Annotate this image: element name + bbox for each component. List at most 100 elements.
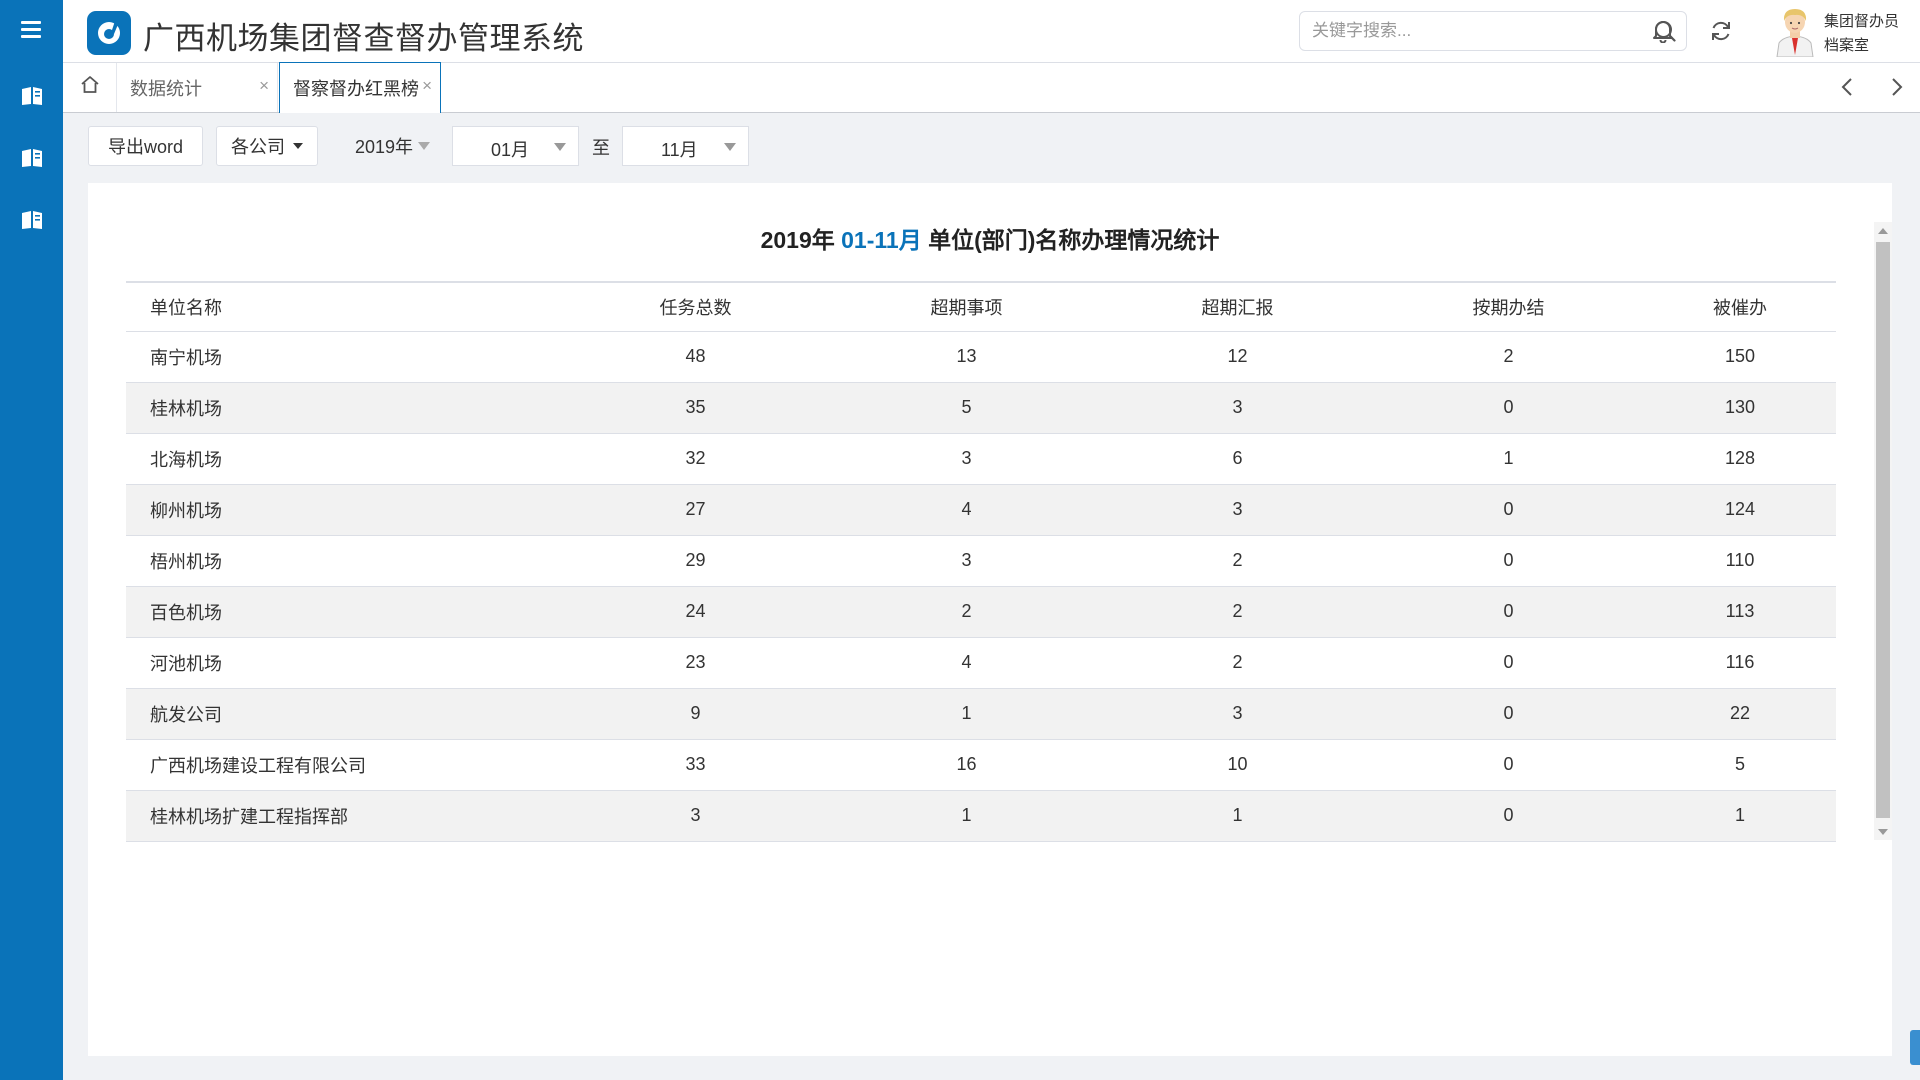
table-header-row: 单位名称 任务总数 超期事项 超期汇报 按期办结 被催办 bbox=[126, 281, 1836, 332]
user-role: 集团督办员 bbox=[1824, 13, 1900, 30]
report-title-year: 2019年 bbox=[760, 227, 835, 253]
tab-red-black-list[interactable]: 督察督办红黑榜 × bbox=[279, 62, 441, 113]
tab-data-stats[interactable]: 数据统计 × bbox=[117, 63, 278, 112]
report-title-rest: 单位(部门)名称办理情况统计 bbox=[928, 227, 1220, 253]
side-handle[interactable] bbox=[1910, 1030, 1920, 1065]
caret-down-icon bbox=[554, 143, 566, 151]
value-cell: 23 bbox=[560, 637, 831, 689]
table-row: 航发公司 9 1 3 0 22 bbox=[126, 688, 1836, 740]
value-cell: 4 bbox=[831, 484, 1102, 536]
chevron-left-icon[interactable] bbox=[1835, 75, 1859, 99]
value-cell: 0 bbox=[1373, 586, 1644, 638]
table-row: 桂林机场 35 5 3 0 130 bbox=[126, 382, 1836, 434]
value-cell: 1 bbox=[1102, 790, 1373, 842]
to-month-value: 11月 bbox=[661, 140, 698, 160]
chevron-right-icon[interactable] bbox=[1885, 75, 1909, 99]
column-header: 按期办结 bbox=[1373, 281, 1644, 332]
value-cell: 0 bbox=[1373, 637, 1644, 689]
unit-name-cell: 柳州机场 bbox=[126, 484, 560, 536]
value-cell: 2 bbox=[1102, 535, 1373, 587]
value-cell: 3 bbox=[1102, 382, 1373, 434]
hamburger-icon[interactable] bbox=[19, 18, 44, 43]
unit-name-cell: 百色机场 bbox=[126, 586, 560, 638]
report-title: 2019年 01-11月 单位(部门)名称办理情况统计 bbox=[88, 221, 1892, 255]
scroll-up-arrow[interactable] bbox=[1878, 228, 1888, 234]
table-row: 河池机场 23 4 2 0 116 bbox=[126, 637, 1836, 689]
value-cell: 5 bbox=[1644, 739, 1836, 791]
unit-name-cell: 桂林机场 bbox=[126, 382, 560, 434]
value-cell: 12 bbox=[1102, 331, 1373, 383]
column-header: 超期汇报 bbox=[1102, 281, 1373, 332]
unit-name-cell: 航发公司 bbox=[126, 688, 560, 740]
report-title-range: 01-11月 bbox=[841, 227, 922, 253]
book-icon[interactable] bbox=[19, 207, 44, 232]
top-header: 广西机场集团督查督办管理系统 集团督办员 档案室 bbox=[63, 0, 1920, 63]
tab-bar: 数据统计 × 督察督办红黑榜 × bbox=[63, 62, 1920, 113]
value-cell: 1 bbox=[831, 790, 1102, 842]
value-cell: 24 bbox=[560, 586, 831, 638]
home-icon bbox=[80, 75, 100, 100]
value-cell: 3 bbox=[1102, 484, 1373, 536]
value-cell: 29 bbox=[560, 535, 831, 587]
book-icon[interactable] bbox=[19, 83, 44, 108]
table-row: 百色机场 24 2 2 0 113 bbox=[126, 586, 1836, 638]
value-cell: 3 bbox=[1102, 688, 1373, 740]
unit-name-cell: 北海机场 bbox=[126, 433, 560, 485]
value-cell: 124 bbox=[1644, 484, 1836, 536]
value-cell: 4 bbox=[831, 637, 1102, 689]
from-month-value: 01月 bbox=[491, 140, 530, 160]
value-cell: 0 bbox=[1373, 790, 1644, 842]
value-cell: 1 bbox=[831, 688, 1102, 740]
value-cell: 150 bbox=[1644, 331, 1836, 383]
scrollbar-thumb[interactable] bbox=[1876, 242, 1890, 818]
table-row: 北海机场 32 3 6 1 128 bbox=[126, 433, 1836, 485]
value-cell: 3 bbox=[831, 535, 1102, 587]
value-cell: 0 bbox=[1373, 535, 1644, 587]
search-input[interactable] bbox=[1312, 20, 1632, 42]
value-cell: 35 bbox=[560, 382, 831, 434]
value-cell: 27 bbox=[560, 484, 831, 536]
value-cell: 0 bbox=[1373, 739, 1644, 791]
table-row: 柳州机场 27 4 3 0 124 bbox=[126, 484, 1836, 536]
value-cell: 5 bbox=[831, 382, 1102, 434]
home-tab[interactable] bbox=[63, 63, 117, 112]
close-icon[interactable]: × bbox=[422, 76, 432, 96]
value-cell: 1 bbox=[1373, 433, 1644, 485]
value-cell: 2 bbox=[1102, 637, 1373, 689]
user-dept: 档案室 bbox=[1824, 37, 1870, 54]
column-header: 任务总数 bbox=[560, 281, 831, 332]
vertical-scrollbar[interactable] bbox=[1874, 222, 1892, 840]
bell-icon[interactable] bbox=[1649, 17, 1677, 45]
avatar[interactable] bbox=[1775, 5, 1815, 58]
company-dropdown[interactable]: 各公司 bbox=[216, 126, 318, 166]
year-select[interactable]: 2019年 bbox=[355, 126, 431, 166]
value-cell: 2 bbox=[831, 586, 1102, 638]
value-cell: 32 bbox=[560, 433, 831, 485]
caret-down-icon bbox=[418, 142, 431, 150]
year-select-value: 2019年 bbox=[355, 137, 414, 157]
book-icon[interactable] bbox=[19, 145, 44, 170]
value-cell: 128 bbox=[1644, 433, 1836, 485]
sidebar bbox=[0, 0, 63, 1080]
close-icon[interactable]: × bbox=[259, 76, 269, 96]
scroll-down-arrow[interactable] bbox=[1878, 829, 1888, 835]
column-header: 被催办 bbox=[1644, 281, 1836, 332]
column-header: 超期事项 bbox=[831, 281, 1102, 332]
tab-label: 督察督办红黑榜 bbox=[293, 79, 419, 99]
tab-label: 数据统计 bbox=[130, 78, 202, 99]
caret-down-icon bbox=[293, 143, 303, 149]
value-cell: 6 bbox=[1102, 433, 1373, 485]
search-box[interactable] bbox=[1299, 11, 1687, 51]
refresh-icon[interactable] bbox=[1707, 17, 1735, 45]
from-month-select[interactable]: 01月 bbox=[452, 126, 579, 166]
value-cell: 1 bbox=[1644, 790, 1836, 842]
table-row: 梧州机场 29 3 2 0 110 bbox=[126, 535, 1836, 587]
value-cell: 33 bbox=[560, 739, 831, 791]
value-cell: 13 bbox=[831, 331, 1102, 383]
unit-name-cell: 广西机场建设工程有限公司 bbox=[126, 739, 560, 791]
unit-name-cell: 梧州机场 bbox=[126, 535, 560, 587]
company-dropdown-label: 各公司 bbox=[231, 137, 285, 157]
to-month-select[interactable]: 11月 bbox=[622, 126, 749, 166]
value-cell: 48 bbox=[560, 331, 831, 383]
export-word-button[interactable]: 导出word bbox=[88, 126, 203, 166]
